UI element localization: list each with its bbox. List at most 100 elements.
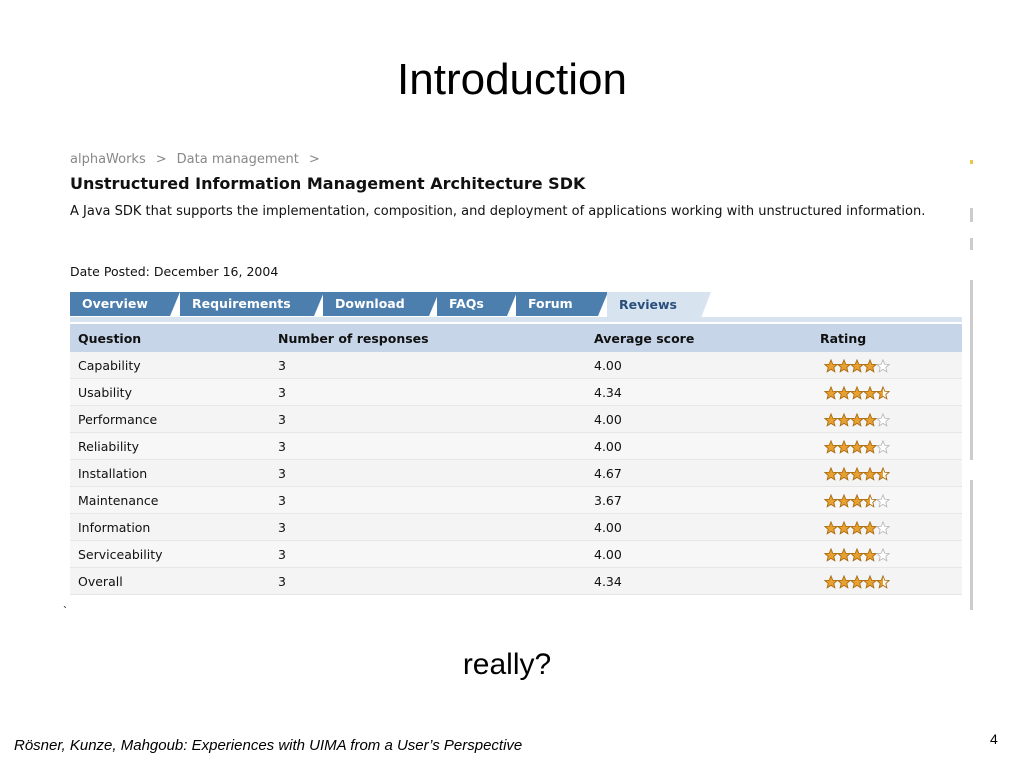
page-title: Unstructured Information Management Arch… (70, 174, 586, 193)
star-icon (850, 412, 864, 427)
reviews-table: Question Number of responses Average sco… (70, 324, 962, 595)
cell-average-score: 4.00 (586, 513, 812, 541)
star-icon (863, 493, 877, 508)
table-row: Reliability 3 4.00 (70, 432, 962, 460)
star-icon (824, 412, 838, 427)
star-icon (863, 520, 877, 535)
cell-rating (812, 513, 962, 541)
cell-responses: 3 (270, 513, 586, 541)
tab-overview[interactable]: Overview (70, 292, 180, 316)
star-icon (863, 439, 877, 454)
star-icon (837, 412, 851, 427)
cell-question: Information (70, 513, 270, 541)
cell-responses: 3 (270, 378, 586, 406)
column-header-question: Question (70, 324, 270, 352)
star-rating (824, 546, 890, 562)
star-rating (824, 438, 890, 454)
star-icon (824, 493, 838, 508)
cell-rating (812, 540, 962, 568)
edge-fragment (970, 238, 973, 250)
star-icon (876, 547, 890, 562)
star-rating (824, 357, 890, 373)
slide-title: Introduction (397, 55, 627, 104)
star-rating (824, 384, 890, 400)
breadcrumb-item[interactable]: Data management (177, 152, 299, 167)
column-header-rating: Rating (812, 324, 962, 352)
star-rating (824, 492, 890, 508)
cell-rating (812, 378, 962, 406)
star-icon (850, 385, 864, 400)
table-header-row: Question Number of responses Average sco… (70, 324, 962, 352)
breadcrumb-separator: > (155, 152, 167, 167)
table-row: Information 3 4.00 (70, 513, 962, 541)
cell-average-score: 3.67 (586, 486, 812, 514)
star-icon (824, 574, 838, 589)
page-description: A Java SDK that supports the implementat… (70, 204, 926, 219)
table-row: Performance 3 4.00 (70, 405, 962, 433)
cell-average-score: 4.00 (586, 432, 812, 460)
star-icon (850, 466, 864, 481)
cell-responses: 3 (270, 405, 586, 433)
star-icon (837, 385, 851, 400)
webpage-screenshot: alphaWorks > Data management > Unstructured… (64, 150, 974, 610)
bullet-mark: ` (63, 604, 67, 618)
cell-question: Reliability (70, 432, 270, 460)
tab-reviews[interactable]: Reviews (607, 292, 711, 318)
star-icon (850, 520, 864, 535)
caption: really? (462, 648, 552, 681)
cell-responses: 3 (270, 567, 586, 595)
footer-citation: Rösner, Kunze, Mahgoub: Experiences with… (14, 737, 523, 754)
star-icon (850, 439, 864, 454)
breadcrumb: alphaWorks > Data management > (70, 152, 330, 167)
star-icon (837, 574, 851, 589)
tab-download[interactable]: Download (323, 292, 439, 316)
breadcrumb-item[interactable]: alphaWorks (70, 152, 146, 167)
cell-rating (812, 567, 962, 595)
cell-average-score: 4.00 (586, 405, 812, 433)
table-row: Usability 3 4.34 (70, 378, 962, 406)
star-icon (824, 547, 838, 562)
star-rating (824, 519, 890, 535)
star-icon (850, 547, 864, 562)
star-icon (876, 466, 890, 481)
cell-question: Capability (70, 352, 270, 379)
star-rating (824, 573, 890, 589)
tab-forum[interactable]: Forum (516, 292, 608, 316)
star-icon (837, 493, 851, 508)
star-icon (824, 358, 838, 373)
star-icon (837, 358, 851, 373)
tab-faqs[interactable]: FAQs (437, 292, 517, 316)
cell-responses: 3 (270, 352, 586, 379)
cell-question: Installation (70, 459, 270, 487)
cell-rating (812, 352, 962, 379)
tab-requirements[interactable]: Requirements (180, 292, 324, 316)
table-row: Serviceability 3 4.00 (70, 540, 962, 568)
column-header-average: Average score (586, 324, 812, 352)
star-icon (824, 439, 838, 454)
star-icon (876, 574, 890, 589)
breadcrumb-separator: > (308, 152, 320, 167)
edge-fragment (970, 160, 973, 164)
star-icon (824, 385, 838, 400)
edge-fragment (970, 480, 973, 610)
star-icon (876, 385, 890, 400)
star-icon (876, 358, 890, 373)
right-edge-fragments (970, 150, 973, 610)
cell-responses: 3 (270, 540, 586, 568)
star-icon (863, 412, 877, 427)
edge-fragment (970, 208, 973, 222)
cell-average-score: 4.67 (586, 459, 812, 487)
table-row: Overall 3 4.34 (70, 567, 962, 595)
cell-rating (812, 405, 962, 433)
star-icon (876, 493, 890, 508)
cell-responses: 3 (270, 486, 586, 514)
cell-question: Usability (70, 378, 270, 406)
cell-question: Overall (70, 567, 270, 595)
cell-average-score: 4.00 (586, 540, 812, 568)
table-row: Capability 3 4.00 (70, 352, 962, 379)
tab-bar-underline (70, 317, 962, 322)
edge-fragment (970, 280, 973, 460)
star-icon (824, 520, 838, 535)
tab-bar: Overview Requirements Download FAQs Foru… (70, 292, 962, 318)
star-icon (876, 520, 890, 535)
